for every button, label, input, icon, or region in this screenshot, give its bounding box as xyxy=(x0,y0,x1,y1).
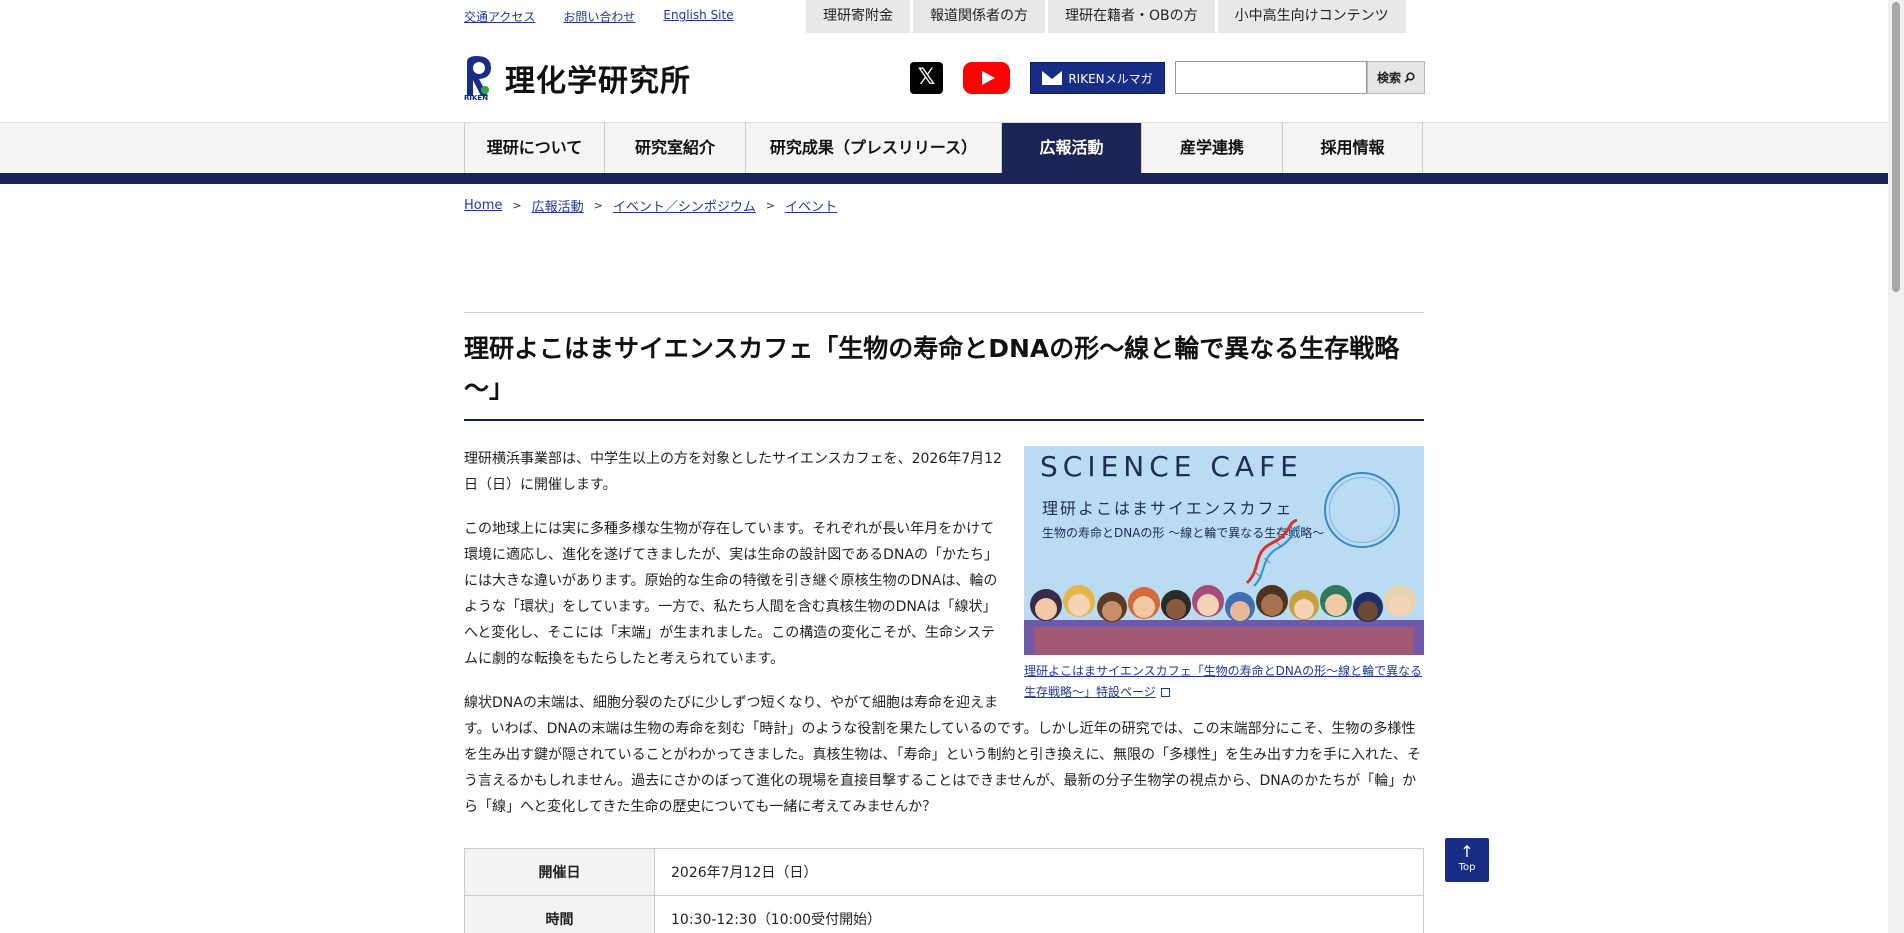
scrollbar-thumb[interactable] xyxy=(1892,2,1900,292)
search-icon xyxy=(1404,72,1415,83)
x-twitter-icon[interactable]: 𝕏 xyxy=(910,62,943,94)
external-link-icon xyxy=(1160,688,1170,697)
event-figure: SCIENCE CAFE 理研よこはまサイエンスカフェ 生物の寿命とDNAの形 … xyxy=(1024,446,1424,703)
figure-caption: 理研よこはまサイエンスカフェ「生物の寿命とDNAの形～線と輪で異なる生存戦略～」… xyxy=(1024,661,1424,703)
riken-logo-icon: RIKEN xyxy=(464,54,494,102)
mail-magazine-label: RIKENメルマガ xyxy=(1068,71,1153,86)
breadcrumb-separator-icon: > xyxy=(593,199,603,212)
english-site-link[interactable]: English Site xyxy=(663,8,733,25)
riken-sub-text: RIKEN xyxy=(464,94,489,102)
nav-about[interactable]: 理研について xyxy=(465,123,605,173)
body-paragraph-2: 線状DNAの末端は、細胞分裂のたびに少しずつ短くなり、やがて細胞は寿命を迎えます… xyxy=(464,695,1422,815)
nav-public-relations[interactable]: 広報活動 xyxy=(1002,123,1142,173)
access-link[interactable]: 交通アクセス xyxy=(464,8,535,25)
riken-logo[interactable]: RIKEN 理化学研究所 xyxy=(464,54,691,102)
banner-science-cafe-text: SCIENCE CAFE xyxy=(1040,450,1303,483)
global-nav: 理研について 研究室紹介 研究成果（プレスリリース） 広報活動 産学連携 採用情… xyxy=(0,122,1888,173)
youtube-icon[interactable] xyxy=(963,62,1010,94)
breadcrumb-events[interactable]: イベント xyxy=(785,196,837,215)
breadcrumb-events-symposium[interactable]: イベント／シンポジウム xyxy=(613,196,756,215)
table-row: 時間 10:30-12:30（10:00受付開始） xyxy=(464,895,1424,933)
donation-tab[interactable]: 理研寄附金 xyxy=(806,0,910,33)
nav-bottom-bar xyxy=(0,173,1888,184)
press-tab[interactable]: 報道関係者の方 xyxy=(913,0,1045,33)
special-page-link[interactable]: 理研よこはまサイエンスカフェ「生物の寿命とDNAの形～線と輪で異なる生存戦略～」… xyxy=(1024,664,1422,699)
search-input[interactable] xyxy=(1175,61,1367,94)
date-value: 2026年7月12日（日） xyxy=(654,848,1424,896)
date-label: 開催日 xyxy=(464,848,655,896)
title-bottom-divider xyxy=(464,419,1424,421)
search-button-label: 検索 xyxy=(1376,71,1401,85)
nav-industry[interactable]: 産学連携 xyxy=(1142,123,1283,173)
nav-items: 理研について 研究室紹介 研究成果（プレスリリース） 広報活動 産学連携 採用情… xyxy=(464,123,1423,173)
nav-research-results[interactable]: 研究成果（プレスリリース） xyxy=(746,123,1002,173)
event-info-table: 開催日 2026年7月12日（日） 時間 10:30-12:30（10:00受付… xyxy=(464,848,1424,933)
event-banner-image[interactable]: SCIENCE CAFE 理研よこはまサイエンスカフェ 生物の寿命とDNAの形 … xyxy=(1024,446,1424,655)
page-scrollbar[interactable] xyxy=(1888,0,1904,933)
site-name: 理化学研究所 xyxy=(505,64,691,99)
table-row: 開催日 2026年7月12日（日） xyxy=(464,848,1424,896)
time-value: 10:30-12:30（10:00受付開始） xyxy=(654,895,1424,933)
utility-tabs: 理研寄附金 報道関係者の方 理研在籍者・OBの方 小中高生向けコンテンツ xyxy=(806,0,1406,33)
breadcrumb-separator-icon: > xyxy=(512,199,522,212)
back-to-top-button[interactable]: ↑ Top xyxy=(1445,838,1489,882)
search-button[interactable]: 検索 xyxy=(1367,61,1425,94)
mail-magazine-button[interactable]: RIKENメルマガ xyxy=(1030,62,1165,94)
breadcrumb-separator-icon: > xyxy=(765,199,776,212)
breadcrumb-pr[interactable]: 広報活動 xyxy=(532,196,584,215)
envelope-icon xyxy=(1042,71,1063,85)
breadcrumb-home[interactable]: Home xyxy=(464,198,502,213)
crowd-illustration xyxy=(1024,585,1424,655)
top-button-label: Top xyxy=(1458,862,1476,873)
breadcrumb: Home > 広報活動 > イベント／シンポジウム > イベント xyxy=(464,196,837,215)
circular-dna-inner-icon xyxy=(1329,477,1395,543)
title-top-divider xyxy=(464,312,1424,313)
contact-link[interactable]: お問い合わせ xyxy=(563,8,635,25)
page-title: 理研よこはまサイエンスカフェ「生物の寿命とDNAの形～線と輪で異なる生存戦略～」 xyxy=(464,334,1400,403)
time-label: 時間 xyxy=(464,895,655,933)
utility-links: 交通アクセス お問い合わせ English Site xyxy=(464,8,734,25)
nav-labs[interactable]: 研究室紹介 xyxy=(605,123,746,173)
students-tab[interactable]: 小中高生向けコンテンツ xyxy=(1217,0,1406,33)
article-body: SCIENCE CAFE 理研よこはまサイエンスカフェ 生物の寿命とDNAの形 … xyxy=(464,446,1424,838)
nav-careers[interactable]: 採用情報 xyxy=(1283,123,1423,173)
alumni-tab[interactable]: 理研在籍者・OBの方 xyxy=(1048,0,1215,33)
arrow-up-icon: ↑ xyxy=(1460,842,1474,861)
